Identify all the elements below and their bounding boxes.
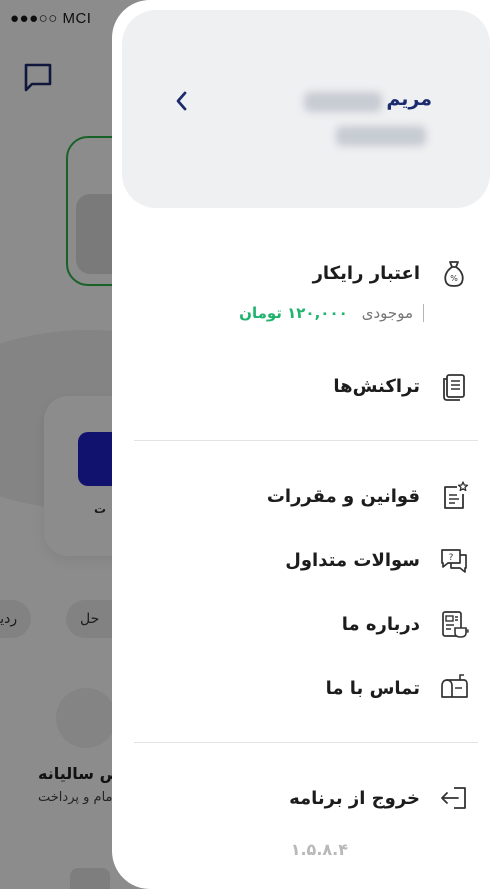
document-star-icon xyxy=(444,481,469,509)
menu-item-transactions[interactable]: تراکنش‌ها xyxy=(150,366,470,406)
balance-divider xyxy=(423,304,424,322)
menu-item-terms[interactable]: قوانین و مقررات xyxy=(150,476,470,516)
profile-name: مریم xyxy=(386,88,432,110)
menu-label-credit: اعتبار رایکار xyxy=(312,262,420,284)
menu-item-about[interactable]: درباره ما xyxy=(150,604,470,644)
money-bag-icon: % xyxy=(444,261,464,287)
menu-item-logout[interactable]: خروج از برنامه xyxy=(150,778,470,818)
balance-amount: ۱۲۰,۰۰۰ تومان xyxy=(239,304,348,322)
side-drawer: مریم % اعتبار رایکار موجودی ۱۲۰,۰۰۰ توما… xyxy=(112,0,500,889)
menu-item-faq[interactable]: ? سوالات متداول xyxy=(150,540,470,580)
app-version: ۱.۵.۸.۴ xyxy=(290,840,348,859)
chevron-left-icon[interactable] xyxy=(170,88,194,114)
svg-text:%: % xyxy=(450,274,458,283)
mailbox-icon xyxy=(441,674,468,698)
menu-divider xyxy=(134,742,478,743)
chat-question-icon: ? xyxy=(441,549,467,573)
menu-label-transactions: تراکنش‌ها xyxy=(333,375,420,397)
menu-label-about: درباره ما xyxy=(341,613,420,635)
balance-row: موجودی ۱۲۰,۰۰۰ تومان xyxy=(239,304,424,322)
menu-item-credit[interactable]: % اعتبار رایکار xyxy=(150,253,470,293)
menu-label-faq: سوالات متداول xyxy=(285,549,420,571)
redacted-phone xyxy=(336,126,426,146)
logout-icon xyxy=(441,787,466,809)
profile-header[interactable]: مریم xyxy=(122,10,490,208)
menu-label-contact: تماس با ما xyxy=(325,677,420,699)
menu-label-terms: قوانین و مقررات xyxy=(266,485,420,507)
balance-label: موجودی xyxy=(361,304,413,322)
menu-divider xyxy=(134,440,478,441)
menu-label-logout: خروج از برنامه xyxy=(289,787,420,809)
menu-item-contact[interactable]: تماس با ما xyxy=(150,668,470,708)
svg-text:?: ? xyxy=(449,553,454,563)
about-card-icon xyxy=(442,611,469,638)
receipt-list-icon xyxy=(443,374,465,401)
redacted-surname xyxy=(304,92,382,112)
